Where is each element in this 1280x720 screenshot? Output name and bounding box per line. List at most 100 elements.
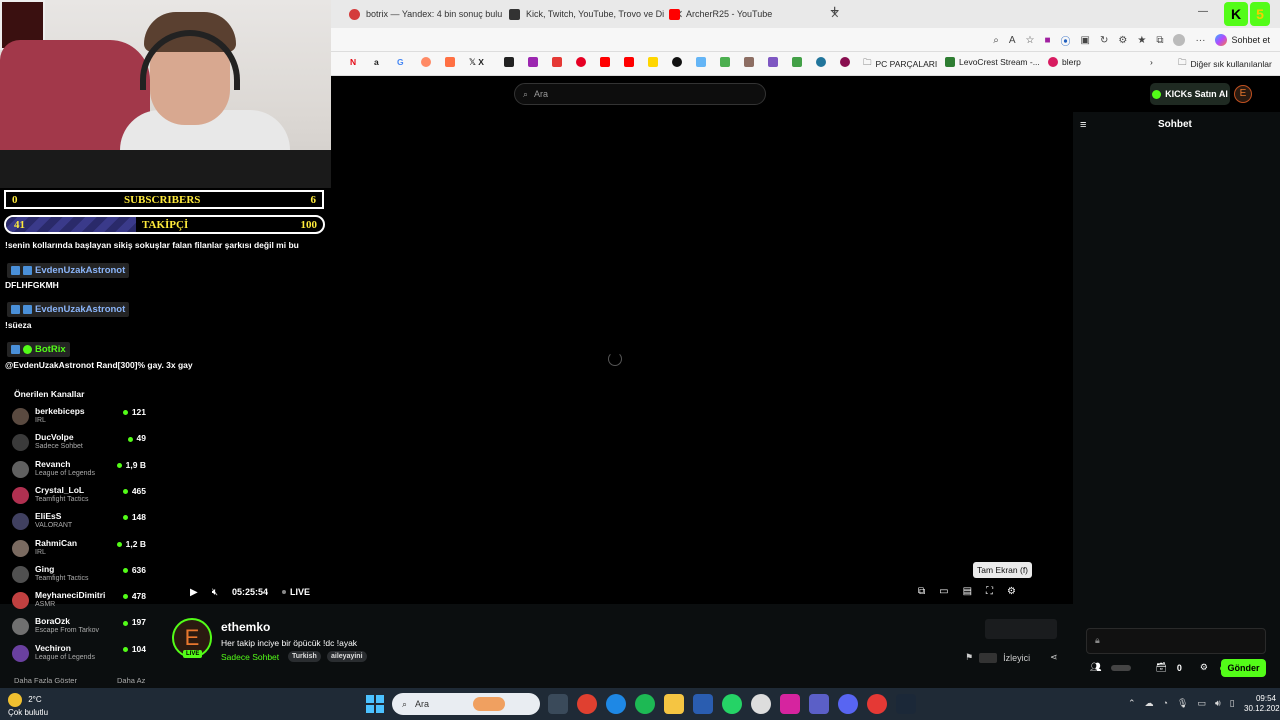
tab-youtube[interactable]: ArcherR25 - YouTube ✕ — [669, 4, 839, 24]
fullscreen-icon[interactable]: ⛶ — [986, 586, 993, 597]
instagram-icon[interactable] — [780, 694, 800, 714]
bookmark[interactable] — [840, 57, 850, 67]
bookmarks-overflow-icon[interactable]: › — [1150, 57, 1153, 67]
follow-button[interactable] — [985, 619, 1057, 639]
show-less-link[interactable]: Daha Az — [117, 676, 145, 685]
mini-player-icon[interactable]: ⧉ — [918, 586, 925, 597]
read-aloud-icon[interactable]: A — [1009, 35, 1016, 46]
suggested-channel[interactable]: RahmiCan IRL 1,2 B — [12, 538, 152, 562]
bookmark-youtube[interactable] — [624, 57, 634, 67]
play-icon[interactable]: ▶ — [190, 587, 198, 598]
suggested-channel[interactable]: Ging Teamfight Tactics 636 — [12, 564, 152, 588]
bookmark-blerp[interactable]: blerp — [1048, 57, 1081, 67]
teams-icon[interactable] — [809, 694, 829, 714]
suggested-channel[interactable]: berkebiceps IRL 121 — [12, 406, 152, 430]
zoom-icon[interactable]: ⌕ — [993, 35, 999, 46]
bookmark-folder[interactable]: 🗀 PC PARÇALARI — [863, 57, 937, 71]
bookmark[interactable] — [421, 57, 431, 67]
bookmark[interactable] — [528, 57, 538, 67]
bookmark[interactable] — [552, 57, 562, 67]
tab-kick[interactable]: Kick, Twitch, YouTube, Trovo ve Di ✕ — [509, 4, 683, 24]
buy-kicks-button[interactable]: KICKs Satın Al — [1150, 83, 1230, 105]
edge-icon[interactable] — [606, 694, 626, 714]
minimize-icon[interactable]: — — [1198, 6, 1208, 17]
send-button[interactable]: Gönder — [1221, 659, 1266, 677]
suggested-channel[interactable]: EliEsS VALORANT 148 — [12, 511, 152, 535]
bookmark[interactable] — [768, 57, 778, 67]
tag-aileyayini[interactable]: aileyayini — [327, 651, 367, 662]
store-icon[interactable] — [693, 694, 713, 714]
bookmark[interactable] — [744, 57, 754, 67]
chrome-icon[interactable] — [577, 694, 597, 714]
tag-turkish[interactable]: Turkish — [288, 651, 321, 662]
favorite-star-icon[interactable]: ☆ — [1026, 35, 1035, 46]
theater-icon[interactable]: ▭ — [939, 586, 948, 597]
suggested-channel[interactable]: BoraOzk Escape From Tarkov 197 — [12, 616, 152, 640]
volume-icon[interactable]: 🔊︎ — [1215, 698, 1221, 709]
chat-settings-icon[interactable]: ⚙ — [1200, 662, 1208, 673]
bookmark[interactable] — [648, 57, 658, 67]
system-clock[interactable]: 09:54 30.12.2025 — [1244, 694, 1280, 714]
new-tab-button[interactable]: + — [830, 3, 839, 21]
copilot-button[interactable]: Sohbet et — [1215, 34, 1270, 46]
whatsapp-icon[interactable] — [722, 694, 742, 714]
battery-icon[interactable]: ▯ — [1230, 698, 1235, 709]
suggested-channel[interactable]: Vechiron League of Legends 104 — [12, 643, 152, 667]
suggested-channel[interactable]: MeyhaneciDimitri ASMR 478 — [12, 590, 152, 614]
bookmark-netflix[interactable]: N — [350, 57, 356, 67]
extension-icon[interactable]: ▣ — [1081, 35, 1090, 46]
refresh-icon[interactable]: ↻ — [1100, 35, 1108, 46]
bookmark[interactable] — [720, 57, 730, 67]
mute-icon[interactable]: 🔇︎ — [212, 587, 218, 598]
collections-icon[interactable]: ⧉ — [1156, 35, 1163, 46]
taskbar-search[interactable]: ⌕ Ara — [392, 693, 540, 715]
favorites-icon[interactable]: ★ — [1137, 35, 1146, 46]
gift-icon[interactable]: 🗃︎ — [1155, 662, 1166, 673]
steam-icon[interactable] — [896, 694, 916, 714]
audio-extension-icon[interactable]: ⦿ — [1061, 33, 1071, 48]
bookmark[interactable] — [696, 57, 706, 67]
bookmark-youtube[interactable] — [600, 57, 610, 67]
settings-gear-icon[interactable]: ⚙ — [1007, 586, 1016, 597]
suggested-channel[interactable]: Crystal_LoL Teamfight Tactics 465 — [12, 485, 152, 509]
more-menu-icon[interactable]: ··· — [1195, 35, 1205, 46]
share-icon[interactable]: ⋖ — [1050, 652, 1058, 663]
bookmark-levocrest[interactable]: LevoCrest Stream -... — [945, 57, 1040, 67]
extensions-icon[interactable]: ⚙ — [1118, 35, 1127, 46]
discord-icon[interactable] — [838, 694, 858, 714]
bookmark-google[interactable]: G — [397, 57, 404, 67]
bookmark[interactable] — [792, 57, 802, 67]
wifi-icon[interactable]: ◔ — [1163, 698, 1168, 709]
app-icon[interactable] — [867, 694, 887, 714]
task-view-icon[interactable] — [548, 694, 568, 714]
spotify-icon[interactable] — [635, 694, 655, 714]
collapse-chat-icon[interactable]: ≡ — [1080, 119, 1086, 131]
bookmark-pinterest[interactable] — [576, 57, 586, 67]
bookmark-wordpress[interactable] — [816, 57, 826, 67]
stream-category[interactable]: Sadece Sohbet — [221, 652, 279, 662]
windows-start-icon[interactable] — [366, 695, 384, 713]
show-more-link[interactable]: Daha Fazla Göster — [14, 676, 77, 685]
other-favorites[interactable]: 🗀 Diğer sık kullanılanlar — [1178, 57, 1272, 71]
pip-icon[interactable]: ▤ — [963, 586, 972, 597]
bookmark[interactable] — [504, 57, 514, 67]
profile-avatar[interactable] — [1173, 34, 1186, 46]
suggested-channel[interactable]: DucVolpe Sadece Sohbet 49 — [12, 432, 152, 456]
search-input[interactable]: ⌕ Ara — [514, 83, 766, 105]
microphone-icon[interactable]: 🎙︎ — [1177, 698, 1188, 709]
user-avatar[interactable]: E — [1234, 85, 1252, 103]
tab-yandex[interactable]: botrix — Yandex: 4 bin sonuç bulu ✕ — [349, 4, 521, 24]
emote-icon[interactable]: 👥︎ — [1090, 662, 1101, 673]
suggested-channel[interactable]: Revanch League of Legends 1,9 B — [12, 459, 152, 483]
tray-overflow-icon[interactable]: ⌃ — [1128, 698, 1136, 709]
streamer-name[interactable]: ethemko — [221, 620, 270, 634]
chat-input[interactable]: 🔒︎ — [1086, 628, 1266, 654]
bookmark[interactable] — [445, 57, 455, 67]
bookmark-x[interactable]: 𝕏 X — [469, 57, 484, 68]
chatgpt-icon[interactable] — [751, 694, 771, 714]
network-icon[interactable]: ▭ — [1197, 698, 1206, 709]
weather-widget[interactable]: 2°C Çok bulutlu — [8, 693, 48, 718]
file-explorer-icon[interactable] — [664, 694, 684, 714]
bookmark-amazon[interactable]: a — [374, 57, 379, 67]
network-app-icon[interactable]: ☁ — [1145, 698, 1154, 709]
